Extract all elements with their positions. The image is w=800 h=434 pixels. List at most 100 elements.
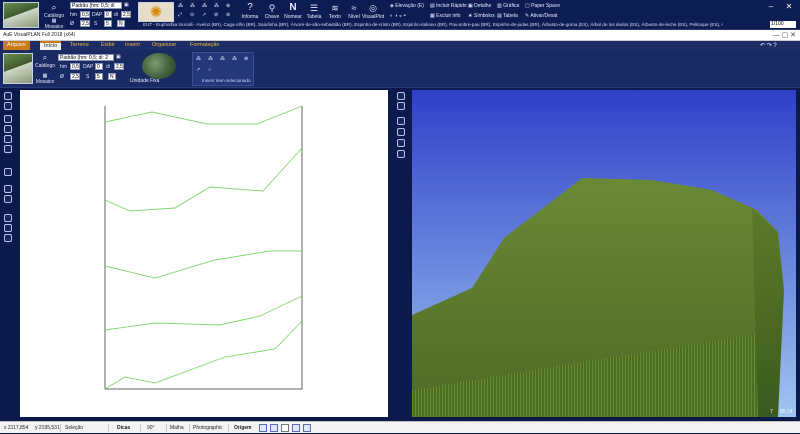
sun-symbol-button[interactable]: ✺ bbox=[138, 2, 174, 22]
symbol-tool-8-icon[interactable]: ↗ bbox=[202, 12, 206, 18]
ribbon-s-field[interactable]: 5 bbox=[95, 73, 103, 80]
symbol-tool-2-icon[interactable]: ⁂ bbox=[190, 3, 195, 9]
ribbon-phi-field[interactable]: 2,5 bbox=[70, 73, 80, 80]
symbol-tool-10-icon[interactable]: ⊚ bbox=[226, 12, 230, 18]
phi-field[interactable]: 2,5 bbox=[80, 20, 90, 27]
object-snap-icon[interactable] bbox=[292, 424, 300, 432]
nomear-button[interactable]: N Nomear bbox=[283, 2, 303, 20]
dicas-toggle[interactable]: Dicas bbox=[114, 422, 133, 434]
insert-tool-2-icon[interactable]: ⁂ bbox=[208, 56, 213, 62]
tab-exibir[interactable]: Exibir bbox=[97, 41, 119, 50]
simbolos-button[interactable]: ★ Símbolos bbox=[468, 13, 495, 19]
paper-space-button[interactable]: ▢ Paper Space bbox=[525, 3, 560, 9]
tool-row-icons[interactable]: ◐ ◑ ◒ ◓ bbox=[390, 13, 406, 19]
minimize-button[interactable]: – bbox=[766, 3, 776, 11]
hm-field[interactable]: 0,5 bbox=[80, 11, 90, 18]
symbol-tool-3-icon[interactable]: ⁂ bbox=[202, 3, 207, 9]
tabela-small-button[interactable]: ▤ Tabela bbox=[497, 13, 518, 19]
save-icon[interactable]: ▣ bbox=[124, 2, 129, 8]
ribbon-quick-icons[interactable]: ↶ ↷ ? bbox=[760, 42, 777, 49]
plant-select[interactable]: Padrão (hm: 0,5; di bbox=[70, 2, 122, 9]
ribbon-catalog-button[interactable]: ⌕ Catálogo bbox=[34, 53, 56, 69]
nivel-button[interactable]: ≈ Nível bbox=[345, 2, 363, 20]
di-field[interactable]: 2,5 bbox=[121, 11, 131, 18]
layer-1-icon[interactable] bbox=[4, 214, 12, 222]
ortho-icon[interactable] bbox=[270, 424, 278, 432]
tabela-button[interactable]: ☰ Tabela bbox=[304, 2, 324, 20]
3d-zoom-in-icon[interactable] bbox=[397, 117, 405, 125]
insert-tool-1-icon[interactable]: ⁂ bbox=[196, 56, 201, 62]
ribbon-di-field[interactable]: 2,5 bbox=[114, 63, 124, 70]
grid-toggle-icon[interactable] bbox=[4, 185, 12, 193]
zoom-in-icon[interactable] bbox=[4, 115, 12, 123]
chave-button[interactable]: ⚲ Chave bbox=[262, 2, 282, 20]
angle-toggle[interactable]: 90° bbox=[144, 422, 158, 434]
layer-3-icon[interactable] bbox=[4, 234, 12, 242]
tab-inserir[interactable]: Inserir bbox=[121, 41, 144, 50]
snap-grid-icon[interactable] bbox=[259, 424, 267, 432]
3d-orbit-icon[interactable] bbox=[397, 139, 405, 147]
photographic-toggle[interactable]: Photographic bbox=[190, 422, 225, 434]
ribbon-dap-field[interactable]: 0 bbox=[95, 63, 103, 70]
informa-button[interactable]: ? Informa bbox=[240, 2, 260, 20]
mosaic-button[interactable]: ▦ Mosaico bbox=[42, 18, 66, 30]
insert-tool-5-icon[interactable]: ⊕ bbox=[244, 56, 248, 62]
plan-view[interactable] bbox=[20, 90, 388, 417]
symbol-tool-4-icon[interactable]: ⁂ bbox=[214, 3, 219, 9]
symbol-tool-9-icon[interactable]: ⊘ bbox=[214, 12, 218, 18]
s-field[interactable]: 5 bbox=[104, 20, 112, 27]
ribbon-hm-field[interactable]: 0,5 bbox=[70, 63, 80, 70]
zoom-select[interactable]: 1/100 bbox=[770, 21, 796, 28]
origem-toggle[interactable]: Origem bbox=[231, 422, 255, 434]
polar-icon[interactable] bbox=[281, 424, 289, 432]
ribbon-plant-select[interactable]: Padrão (hm: 0,5; di: 2 bbox=[58, 54, 114, 61]
symbol-tool-7-icon[interactable]: ⊙ bbox=[190, 12, 194, 18]
tab-inicio[interactable]: Início bbox=[40, 41, 62, 50]
3d-hand-icon[interactable] bbox=[397, 102, 405, 110]
elevacao-button[interactable]: ◈ Elevação (E) bbox=[390, 3, 424, 9]
detalhe-button[interactable]: ▣ Detalhe bbox=[468, 3, 491, 9]
measure-icon[interactable] bbox=[4, 168, 12, 176]
insert-tool-4-icon[interactable]: ⁂ bbox=[232, 56, 237, 62]
contour-drawing[interactable] bbox=[20, 90, 388, 417]
n-field[interactable]: N bbox=[117, 20, 125, 27]
3d-select-arrow-icon[interactable] bbox=[397, 92, 405, 100]
symbol-tool-1-icon[interactable]: ⁂ bbox=[178, 3, 183, 9]
snap-icon[interactable] bbox=[4, 195, 12, 203]
ativar-button[interactable]: ✎ Ativar/Desat bbox=[525, 13, 558, 19]
tab-formatacao[interactable]: Formatação bbox=[186, 41, 223, 50]
tab-organizar[interactable]: Organizar bbox=[148, 41, 180, 50]
insert-tool-3-icon[interactable]: ⁂ bbox=[220, 56, 225, 62]
3d-view[interactable]: 7 85,74 bbox=[412, 90, 796, 417]
ribbon-n-field[interactable]: N bbox=[108, 73, 116, 80]
tab-terreno[interactable]: Terreno bbox=[66, 41, 93, 50]
ribbon-plant-thumbnail[interactable] bbox=[3, 53, 33, 84]
zoom-out-icon[interactable] bbox=[4, 125, 12, 133]
visualplot-button[interactable]: ◎ VisualPlot bbox=[362, 2, 384, 20]
malha-toggle[interactable]: Malha bbox=[167, 422, 187, 434]
tree-symbol-preview[interactable]: Unidade Fixa bbox=[128, 52, 190, 86]
incluir-rapido-button[interactable]: ▤ Incluir Rápido bbox=[430, 3, 467, 9]
symbol-tool-5-icon[interactable]: ⊕ bbox=[226, 3, 230, 9]
layer-2-icon[interactable] bbox=[4, 224, 12, 232]
insert-tool-6-icon[interactable]: ↗ bbox=[196, 67, 200, 73]
ribbon-mosaic-button[interactable]: ▦ Mosaico bbox=[34, 73, 56, 85]
ribbon-save-icon[interactable]: ▣ bbox=[116, 54, 121, 60]
3d-zoom-out-icon[interactable] bbox=[397, 128, 405, 136]
texto-button[interactable]: ≋ Texto bbox=[325, 2, 345, 20]
zoom-window-icon[interactable] bbox=[4, 135, 12, 143]
tracking-icon[interactable] bbox=[303, 424, 311, 432]
catalog-button[interactable]: ⌕ Catálogo bbox=[42, 2, 66, 19]
grafica-button[interactable]: ▥ Gráfica bbox=[497, 3, 519, 9]
excluir-info-button[interactable]: ▦ Excluir info bbox=[430, 13, 461, 19]
3d-walk-icon[interactable] bbox=[397, 150, 405, 158]
zoom-extents-icon[interactable] bbox=[4, 145, 12, 153]
select-arrow-icon[interactable] bbox=[4, 92, 12, 100]
window-controls[interactable]: — ▢ ✕ bbox=[773, 30, 796, 41]
hand-icon[interactable] bbox=[4, 102, 12, 110]
close-button[interactable]: ✕ bbox=[784, 3, 794, 11]
insert-tool-7-icon[interactable]: ○ bbox=[208, 67, 211, 73]
dap-field[interactable]: 0 bbox=[104, 11, 112, 18]
terrain-render[interactable]: 7 85,74 bbox=[412, 90, 796, 417]
plant-thumbnail[interactable] bbox=[3, 2, 39, 28]
